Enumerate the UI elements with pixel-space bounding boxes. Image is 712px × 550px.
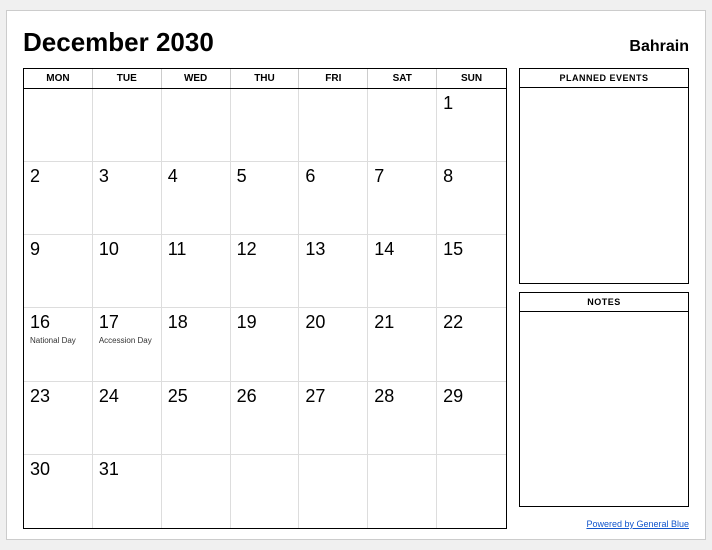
date-number: 24 <box>99 386 155 408</box>
powered-by: Powered by General Blue <box>519 519 689 529</box>
cal-cell: 21 <box>368 308 437 381</box>
date-number: 20 <box>305 312 361 334</box>
cal-cell: 19 <box>231 308 300 381</box>
day-header-fri: FRI <box>299 69 368 88</box>
event-label: Accession Day <box>99 336 155 346</box>
date-number: 31 <box>99 459 155 481</box>
planned-events-title: PLANNED EVENTS <box>520 69 688 88</box>
date-number: 14 <box>374 239 430 261</box>
date-number: 1 <box>443 93 500 115</box>
date-number: 6 <box>305 166 361 188</box>
date-number: 18 <box>168 312 224 334</box>
powered-by-link[interactable]: Powered by General Blue <box>586 519 689 529</box>
cal-cell <box>24 89 93 162</box>
cal-cell: 1 <box>437 89 506 162</box>
cal-cell: 14 <box>368 235 437 308</box>
date-number: 3 <box>99 166 155 188</box>
cal-cell <box>299 89 368 162</box>
calendar-cells: 12345678910111213141516National Day17Acc… <box>24 89 506 528</box>
cal-cell: 27 <box>299 382 368 455</box>
planned-events-content[interactable] <box>520 88 688 283</box>
cal-cell: 25 <box>162 382 231 455</box>
page-title: December 2030 <box>23 27 214 58</box>
calendar-page: December 2030 Bahrain MONTUEWEDTHUFRISAT… <box>6 10 706 540</box>
cal-cell <box>231 455 300 528</box>
date-number: 2 <box>30 166 86 188</box>
cal-cell: 20 <box>299 308 368 381</box>
cal-cell: 3 <box>93 162 162 235</box>
notes-title: NOTES <box>520 293 688 312</box>
cal-cell: 8 <box>437 162 506 235</box>
date-number: 19 <box>237 312 293 334</box>
day-header-wed: WED <box>162 69 231 88</box>
notes-box: NOTES <box>519 292 689 508</box>
date-number: 8 <box>443 166 500 188</box>
date-number: 9 <box>30 239 86 261</box>
cal-cell: 16 National Day <box>24 308 93 381</box>
cal-cell: 22 <box>437 308 506 381</box>
main-content: MONTUEWEDTHUFRISATSUN 123456789101112131… <box>23 68 689 529</box>
cal-cell <box>231 89 300 162</box>
date-number: 27 <box>305 386 361 408</box>
cal-cell: 24 <box>93 382 162 455</box>
date-number: 26 <box>237 386 293 408</box>
cal-cell <box>162 455 231 528</box>
cal-cell: 6 <box>299 162 368 235</box>
cal-cell <box>368 455 437 528</box>
country-label: Bahrain <box>629 38 689 56</box>
page-header: December 2030 Bahrain <box>23 27 689 58</box>
cal-cell: 9 <box>24 235 93 308</box>
cal-cell <box>368 89 437 162</box>
date-number: 13 <box>305 239 361 261</box>
cal-cell: 17 Accession Day <box>93 308 162 381</box>
day-header-thu: THU <box>231 69 300 88</box>
cal-cell: 28 <box>368 382 437 455</box>
cal-cell: 11 <box>162 235 231 308</box>
cal-cell <box>299 455 368 528</box>
cal-cell: 7 <box>368 162 437 235</box>
calendar-grid-container: MONTUEWEDTHUFRISATSUN 123456789101112131… <box>23 68 507 529</box>
date-number: 25 <box>168 386 224 408</box>
cal-cell: 23 <box>24 382 93 455</box>
cal-cell: 2 <box>24 162 93 235</box>
date-number: 16 <box>30 312 86 334</box>
date-number: 10 <box>99 239 155 261</box>
date-number: 12 <box>237 239 293 261</box>
cal-cell: 29 <box>437 382 506 455</box>
cal-cell: 5 <box>231 162 300 235</box>
date-number: 15 <box>443 239 500 261</box>
date-number: 30 <box>30 459 86 481</box>
cal-cell: 26 <box>231 382 300 455</box>
date-number: 17 <box>99 312 155 334</box>
date-number: 22 <box>443 312 500 334</box>
date-number: 28 <box>374 386 430 408</box>
cal-cell: 15 <box>437 235 506 308</box>
date-number: 5 <box>237 166 293 188</box>
cal-cell <box>162 89 231 162</box>
day-header-sat: SAT <box>368 69 437 88</box>
event-label: National Day <box>30 336 86 346</box>
date-number: 4 <box>168 166 224 188</box>
date-number: 11 <box>168 239 224 261</box>
date-number: 23 <box>30 386 86 408</box>
sidebar: PLANNED EVENTS NOTES Powered by General … <box>519 68 689 529</box>
planned-events-box: PLANNED EVENTS <box>519 68 689 284</box>
day-header-tue: TUE <box>93 69 162 88</box>
notes-content[interactable] <box>520 312 688 507</box>
cal-cell: 30 <box>24 455 93 528</box>
day-header-sun: SUN <box>437 69 506 88</box>
date-number: 21 <box>374 312 430 334</box>
cal-cell: 31 <box>93 455 162 528</box>
cal-cell: 10 <box>93 235 162 308</box>
date-number: 29 <box>443 386 500 408</box>
cal-cell: 12 <box>231 235 300 308</box>
day-headers-row: MONTUEWEDTHUFRISATSUN <box>24 69 506 89</box>
cal-cell <box>437 455 506 528</box>
day-header-mon: MON <box>24 69 93 88</box>
cal-cell: 13 <box>299 235 368 308</box>
cal-cell: 18 <box>162 308 231 381</box>
cal-cell: 4 <box>162 162 231 235</box>
date-number: 7 <box>374 166 430 188</box>
cal-cell <box>93 89 162 162</box>
